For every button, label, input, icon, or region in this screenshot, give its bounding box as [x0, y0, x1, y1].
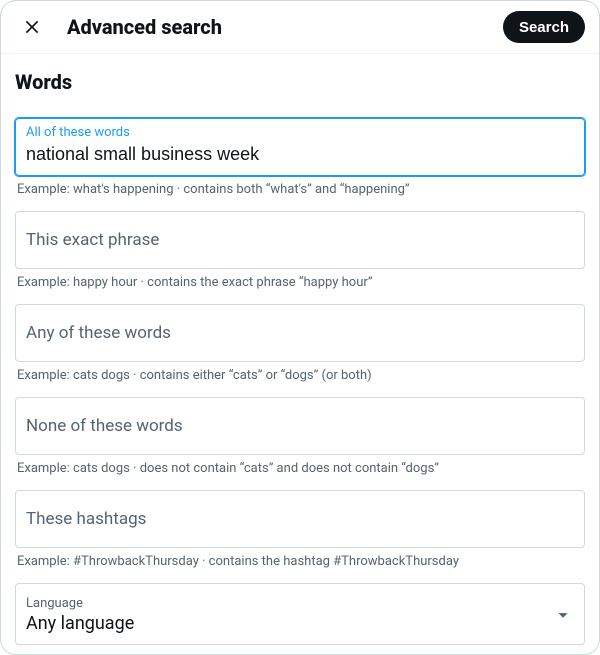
field-any-words: Any of these words Example: cats dogs · …: [15, 304, 585, 383]
field-label: This exact phrase: [26, 230, 159, 250]
section-title-words: Words: [15, 62, 585, 106]
field-label: None of these words: [26, 416, 183, 436]
hashtags-input[interactable]: These hashtags: [15, 490, 585, 548]
any-words-input[interactable]: Any of these words: [15, 304, 585, 362]
field-example: Example: #ThrowbackThursday · contains t…: [15, 554, 585, 569]
chevron-down-icon: [552, 604, 574, 626]
page-title: Advanced search: [67, 15, 503, 39]
close-icon: [22, 17, 42, 37]
language-select[interactable]: Language Any language: [15, 583, 585, 645]
field-hashtags: These hashtags Example: #ThrowbackThursd…: [15, 490, 585, 569]
search-button[interactable]: Search: [503, 11, 585, 43]
language-value: Any language: [26, 613, 552, 634]
language-label: Language: [26, 596, 552, 611]
field-example: Example: cats dogs · does not contain “c…: [15, 461, 585, 476]
field-none-words: None of these words Example: cats dogs ·…: [15, 397, 585, 476]
field-example: Example: happy hour · contains the exact…: [15, 275, 585, 290]
field-example: Example: what's happening · contains bot…: [15, 182, 585, 197]
close-button[interactable]: [15, 10, 49, 44]
field-all-words: All of these words Example: what's happe…: [15, 118, 585, 197]
header: Advanced search Search: [1, 1, 599, 54]
all-words-input[interactable]: [26, 144, 574, 165]
field-label: All of these words: [26, 125, 574, 142]
field-all-words-wrap[interactable]: All of these words: [15, 118, 585, 176]
content-area: Words All of these words Example: what's…: [1, 54, 599, 645]
exact-phrase-input[interactable]: This exact phrase: [15, 211, 585, 269]
none-words-input[interactable]: None of these words: [15, 397, 585, 455]
field-exact-phrase: This exact phrase Example: happy hour · …: [15, 211, 585, 290]
field-label: These hashtags: [26, 509, 146, 529]
field-example: Example: cats dogs · contains either “ca…: [15, 368, 585, 383]
field-label: Any of these words: [26, 323, 171, 343]
